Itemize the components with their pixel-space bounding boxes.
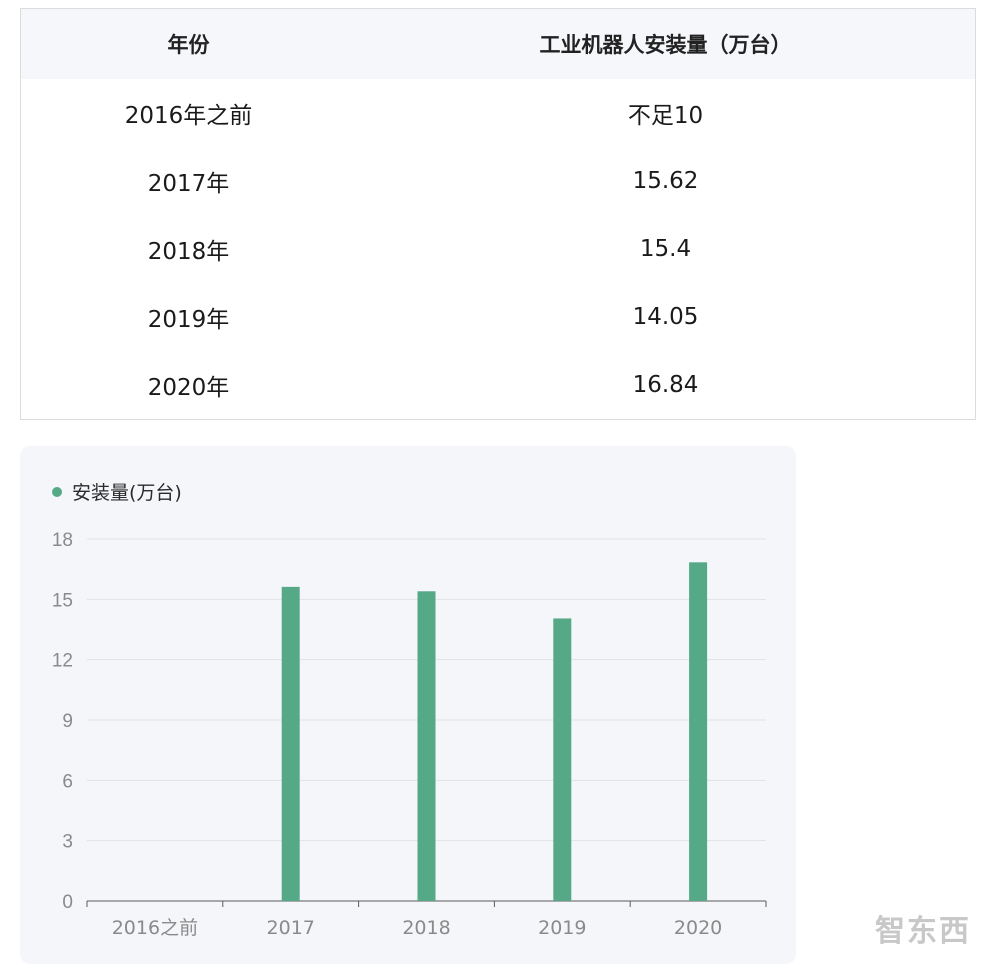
x-tick-label: 2016之前	[112, 917, 198, 939]
cell-year: 2016年之前	[124, 103, 253, 129]
cell-year: 2019年	[147, 307, 230, 333]
y-tick-label: 18	[52, 530, 73, 551]
cell-value: 不足10	[627, 103, 704, 129]
y-tick-label: 9	[62, 711, 73, 732]
bar-chart: 0 3 6 9 12 15 18 2016之前 2017 2018 2019 2020 安装量(万台)	[52, 482, 767, 939]
y-tick-label: 15	[52, 590, 73, 611]
cell-year: 2018年	[147, 239, 230, 265]
cell-value: 15.62	[632, 168, 699, 194]
header-installations: 工业机器人安装量（万台）	[539, 33, 792, 57]
bar	[417, 591, 436, 901]
table-row: 2016年之前 不足10	[21, 79, 975, 147]
x-tick-label: 2020	[674, 917, 722, 939]
table-row: 2019年 14.05	[21, 283, 975, 351]
table-row: 2017年 15.62	[21, 147, 975, 215]
x-tick-label: 2019	[538, 917, 586, 939]
cell-value: 15.4	[639, 236, 692, 262]
cell-value: 16.84	[632, 372, 699, 398]
watermark-logo: 智东西	[875, 914, 971, 949]
bar	[553, 618, 572, 901]
table-row: 2018年 15.4	[21, 215, 975, 283]
header-year: 年份	[167, 33, 210, 57]
y-tick-label: 3	[62, 832, 73, 853]
cell-year: 2017年	[147, 171, 230, 197]
table-row: 2020年 16.84	[21, 351, 975, 419]
x-tick-label: 2017	[267, 917, 315, 939]
cell-value: 14.05	[632, 304, 699, 330]
y-tick-label: 12	[52, 651, 73, 672]
bar	[281, 586, 300, 901]
table-header: 年份 工业机器人安装量（万台）	[21, 9, 975, 79]
cell-year: 2020年	[147, 375, 230, 401]
legend-label: 安装量(万台)	[72, 482, 182, 504]
legend-marker	[52, 487, 62, 497]
y-tick-label: 6	[62, 771, 73, 792]
data-table: 年份 工业机器人安装量（万台） 2016年之前 不足10 2017年 15.62…	[20, 8, 976, 420]
y-tick-label: 0	[62, 892, 73, 913]
chart-card: 0 3 6 9 12 15 18 2016之前 2017 2018 2019 2020 安装量(万台)	[20, 446, 796, 964]
bar	[689, 562, 708, 901]
x-tick-label: 2018	[402, 917, 450, 939]
